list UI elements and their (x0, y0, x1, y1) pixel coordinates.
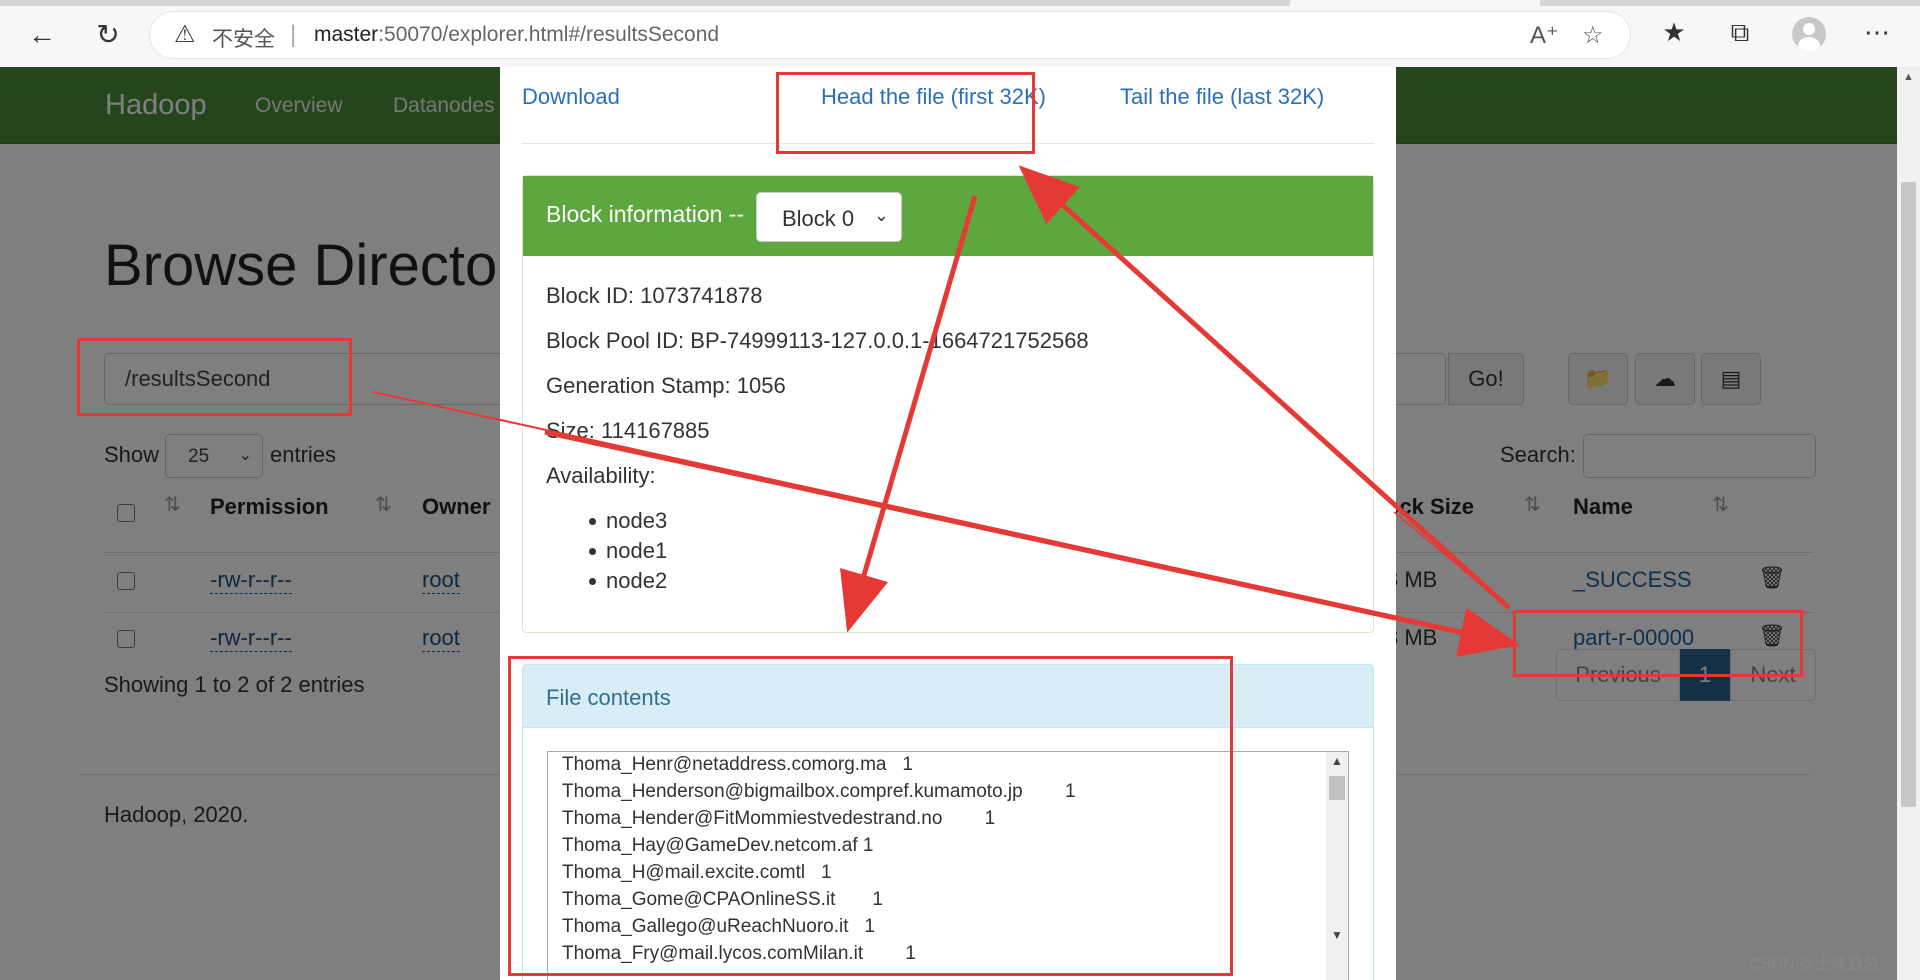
watermark: CSDN @土味霸总 (1749, 956, 1880, 973)
arrow-path-to-file-bold (544, 429, 1520, 657)
arrow-head-to-contents (840, 195, 978, 633)
arrow-file-to-head (1018, 165, 1511, 610)
arrow-thin (1393, 511, 1510, 609)
annotation-arrows (372, 165, 1520, 657)
